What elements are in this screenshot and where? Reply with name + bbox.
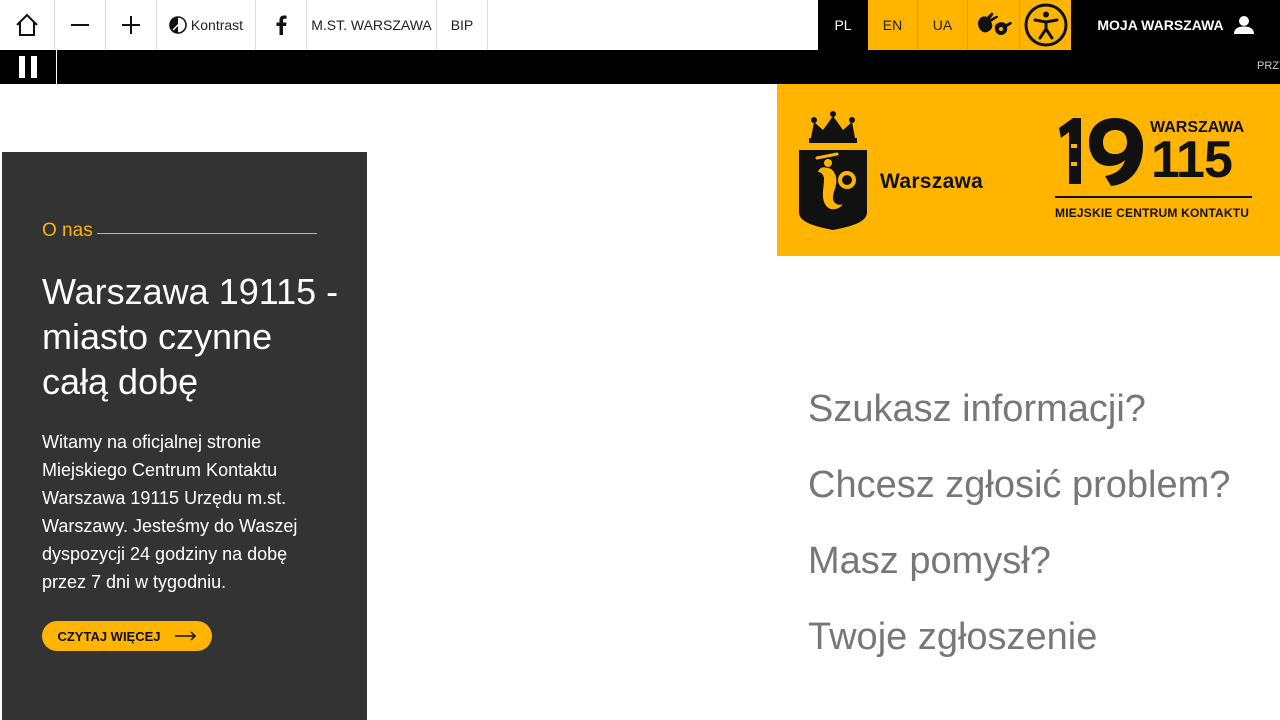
news-ticker: PRZY <box>0 50 1280 84</box>
link-report-problem[interactable]: Chcesz zgłosić problem? <box>808 462 1230 538</box>
logo-subtitle: MIEJSKIE CENTRUM KONTAKTU <box>1055 206 1250 220</box>
question-links: Szukasz informacji? Chcesz zgłosić probl… <box>808 386 1230 690</box>
plus-icon <box>122 16 140 34</box>
sign-language-button[interactable] <box>968 0 1020 50</box>
accessibility-icon <box>1024 3 1067 47</box>
lang-pl-button[interactable]: PL <box>818 0 868 50</box>
decrease-font-button[interactable] <box>55 0 106 50</box>
contrast-button[interactable]: Kontrast <box>157 0 256 50</box>
logo-divider <box>1055 196 1252 198</box>
home-icon <box>16 13 38 36</box>
mst-warszawa-link[interactable]: M.ST. WARSZAWA <box>307 0 437 50</box>
minus-icon <box>71 24 89 26</box>
about-card: O nas Warszawa 19115 - miasto czynne cał… <box>2 152 367 720</box>
facebook-icon <box>276 15 287 35</box>
ticker-pause-button[interactable] <box>0 50 57 84</box>
card-body: Witamy na oficjalnej stronie Miejskiego … <box>42 432 298 592</box>
card-title: Warszawa 19115 - miasto czynne całą dobę <box>42 271 339 402</box>
increase-font-button[interactable] <box>106 0 157 50</box>
lang-ua-button[interactable]: UA <box>918 0 968 50</box>
contrast-icon <box>169 16 187 34</box>
arrow-right-icon <box>174 631 196 641</box>
read-more-button[interactable]: CZYTAJ WIĘCEJ <box>42 621 212 651</box>
moja-warszawa-login[interactable]: MOJA WARSZAWA <box>1071 0 1280 50</box>
eyebrow-divider <box>97 233 317 234</box>
pause-icon <box>31 56 37 78</box>
link-your-report[interactable]: Twoje zgłoszenie <box>808 614 1230 690</box>
top-toolbar: Kontrast M.ST. WARSZAWA BIP PL EN UA MOJ… <box>0 0 1280 50</box>
bip-link[interactable]: BIP <box>437 0 488 50</box>
pause-icon <box>19 56 25 78</box>
card-eyebrow: O nas <box>42 220 93 241</box>
logo-number-text: 115 <box>1151 131 1233 189</box>
accessibility-button[interactable] <box>1020 0 1071 50</box>
sign-language-icon <box>977 12 1012 35</box>
lang-en-button[interactable]: EN <box>868 0 918 50</box>
facebook-link[interactable] <box>256 0 307 50</box>
brand-name: Warszawa <box>880 170 984 193</box>
logo-banner[interactable]: Warszawa WARSZAWA 115 MIEJSKIE CENTRUM K… <box>777 84 1280 256</box>
user-icon <box>1233 16 1254 34</box>
link-search-info[interactable]: Szukasz informacji? <box>808 386 1230 462</box>
home-button[interactable] <box>0 0 55 50</box>
read-more-label: CZYTAJ WIĘCEJ <box>57 628 161 644</box>
logo-19-icon <box>1059 118 1143 186</box>
warsaw-crest-icon <box>799 111 867 230</box>
moja-warszawa-label: MOJA WARSZAWA <box>1097 17 1224 33</box>
link-idea[interactable]: Masz pomysł? <box>808 538 1230 614</box>
contrast-label: Kontrast <box>190 17 244 33</box>
ticker-text[interactable]: PRZY <box>1257 60 1280 72</box>
